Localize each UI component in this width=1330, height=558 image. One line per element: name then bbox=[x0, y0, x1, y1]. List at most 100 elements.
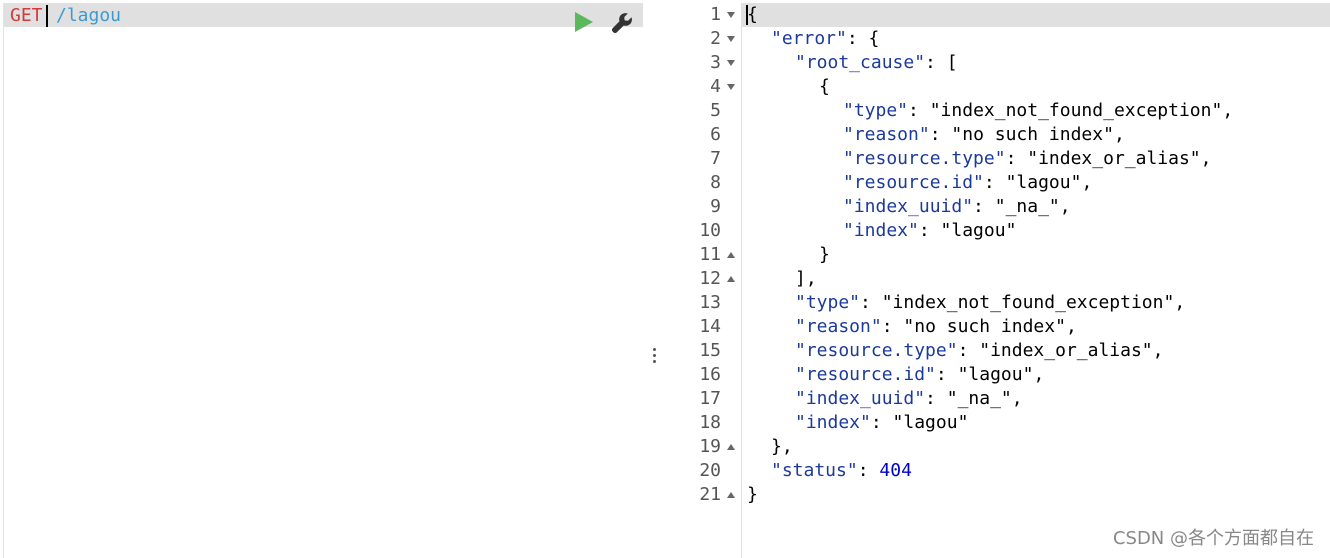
json-punctuation: : bbox=[1005, 148, 1028, 169]
line-number: 8 bbox=[710, 172, 721, 193]
json-key: "reason" bbox=[843, 124, 930, 145]
json-punctuation: , bbox=[1059, 196, 1071, 217]
code-line: "resource.id": "lagou", bbox=[747, 171, 1092, 195]
json-key: "resource.id" bbox=[795, 364, 936, 385]
code-line: "type": "index_not_found_exception", bbox=[747, 291, 1185, 315]
code-line: } bbox=[747, 483, 758, 507]
json-key: "resource.id" bbox=[843, 172, 984, 193]
json-string: "index_or_alias" bbox=[1027, 148, 1201, 169]
fold-caret-up-icon[interactable] bbox=[727, 444, 735, 450]
gutter-row: 15 bbox=[667, 339, 741, 363]
fold-caret-down-icon[interactable] bbox=[727, 12, 735, 18]
fold-caret-down-icon[interactable] bbox=[727, 36, 735, 42]
code-line: "reason": "no such index", bbox=[747, 315, 1077, 339]
line-number: 5 bbox=[710, 100, 721, 121]
json-key: "error" bbox=[771, 28, 847, 49]
line-number: 15 bbox=[699, 340, 721, 361]
response-viewer[interactable]: 1 2 3 4 5 6 7 8 9 10 11 12 13 14 15 16 17 18 19 20 21 {"erro… bbox=[667, 3, 1330, 558]
json-punctuation: : bbox=[929, 124, 952, 145]
code-line: }, bbox=[747, 435, 793, 459]
fold-caret-down-icon[interactable] bbox=[727, 60, 735, 66]
json-punctuation: }, bbox=[771, 436, 793, 457]
drag-handle-icon[interactable] bbox=[653, 348, 657, 366]
fold-caret-down-icon[interactable] bbox=[727, 84, 735, 90]
code-line: ], bbox=[747, 267, 817, 291]
request-editor[interactable]: GET /lagou bbox=[3, 3, 644, 558]
json-punctuation: } bbox=[819, 244, 830, 265]
http-method[interactable]: GET bbox=[10, 5, 43, 27]
active-line-highlight bbox=[667, 3, 1330, 27]
gutter-row: 12 bbox=[667, 267, 741, 291]
fold-caret-up-icon[interactable] bbox=[727, 276, 735, 282]
json-punctuation: : bbox=[857, 460, 880, 481]
code-line: "root_cause": [ bbox=[747, 51, 958, 75]
gutter-row: 17 bbox=[667, 387, 741, 411]
json-punctuation: : [ bbox=[925, 52, 958, 73]
json-punctuation: : bbox=[860, 292, 882, 313]
json-key: "root_cause" bbox=[795, 52, 926, 73]
json-punctuation: : bbox=[870, 412, 893, 433]
json-punctuation: ], bbox=[795, 268, 817, 289]
gutter-row: 5 bbox=[667, 99, 741, 123]
json-punctuation: : bbox=[957, 340, 980, 361]
code-line: { bbox=[747, 75, 830, 99]
gutter-row: 6 bbox=[667, 123, 741, 147]
json-punctuation: , bbox=[1222, 100, 1234, 121]
line-number: 1 bbox=[710, 4, 721, 25]
code-line: "status": 404 bbox=[747, 459, 912, 483]
line-number: 19 bbox=[699, 436, 721, 457]
wrench-icon[interactable] bbox=[610, 11, 634, 35]
fold-caret-up-icon[interactable] bbox=[727, 492, 735, 498]
json-punctuation: , bbox=[1081, 172, 1093, 193]
json-punctuation: , bbox=[1065, 316, 1077, 337]
json-string: "index_not_found_exception" bbox=[881, 292, 1175, 313]
line-number: 16 bbox=[699, 364, 721, 385]
code-line: "resource.type": "index_or_alias", bbox=[747, 147, 1211, 171]
line-number: 6 bbox=[710, 124, 721, 145]
line-number: 13 bbox=[699, 292, 721, 313]
json-punctuation: : bbox=[881, 316, 904, 337]
json-key: "reason" bbox=[795, 316, 882, 337]
text-cursor bbox=[46, 5, 48, 27]
json-key: "index_uuid" bbox=[795, 388, 926, 409]
gutter-row: 2 bbox=[667, 27, 741, 51]
code-line: "index": "lagou" bbox=[747, 219, 1016, 243]
code-line: "index": "lagou" bbox=[747, 411, 968, 435]
fold-caret-up-icon[interactable] bbox=[727, 252, 735, 258]
json-key: "status" bbox=[771, 460, 858, 481]
code-line: "type": "index_not_found_exception", bbox=[747, 99, 1233, 123]
request-line[interactable]: GET /lagou bbox=[4, 3, 644, 27]
pane-splitter[interactable] bbox=[643, 0, 667, 558]
line-number: 14 bbox=[699, 316, 721, 337]
json-punctuation: , bbox=[1011, 388, 1023, 409]
code-line: { bbox=[747, 3, 758, 27]
json-string: "lagou" bbox=[940, 220, 1017, 241]
json-punctuation: , bbox=[1113, 124, 1125, 145]
line-number: 2 bbox=[710, 28, 721, 49]
json-key: "resource.type" bbox=[795, 340, 958, 361]
json-key: "index" bbox=[795, 412, 871, 433]
gutter-row: 18 bbox=[667, 411, 741, 435]
json-punctuation: , bbox=[1152, 340, 1164, 361]
json-punctuation: : bbox=[925, 388, 947, 409]
line-number: 18 bbox=[699, 412, 721, 433]
gutter-row: 10 bbox=[667, 219, 741, 243]
line-number: 17 bbox=[699, 388, 721, 409]
play-icon[interactable] bbox=[572, 11, 594, 33]
code-line: "index_uuid": "_na_", bbox=[747, 387, 1023, 411]
code-line: "resource.id": "lagou", bbox=[747, 363, 1044, 387]
json-punctuation: } bbox=[747, 484, 758, 505]
json-string: "_na_" bbox=[994, 196, 1060, 217]
json-punctuation: : { bbox=[846, 28, 880, 49]
json-punctuation: : bbox=[973, 196, 995, 217]
json-string: "index_or_alias" bbox=[979, 340, 1153, 361]
json-punctuation: : bbox=[918, 220, 941, 241]
request-path[interactable]: /lagou bbox=[56, 5, 121, 27]
watermark: CSDN @各个方面都自在 bbox=[1112, 528, 1314, 549]
line-number: 9 bbox=[710, 196, 721, 217]
json-string: "no such index" bbox=[903, 316, 1066, 337]
json-string: "lagou" bbox=[957, 364, 1034, 385]
code-line: } bbox=[747, 243, 830, 267]
json-key: "type" bbox=[795, 292, 861, 313]
json-punctuation: , bbox=[1200, 148, 1212, 169]
